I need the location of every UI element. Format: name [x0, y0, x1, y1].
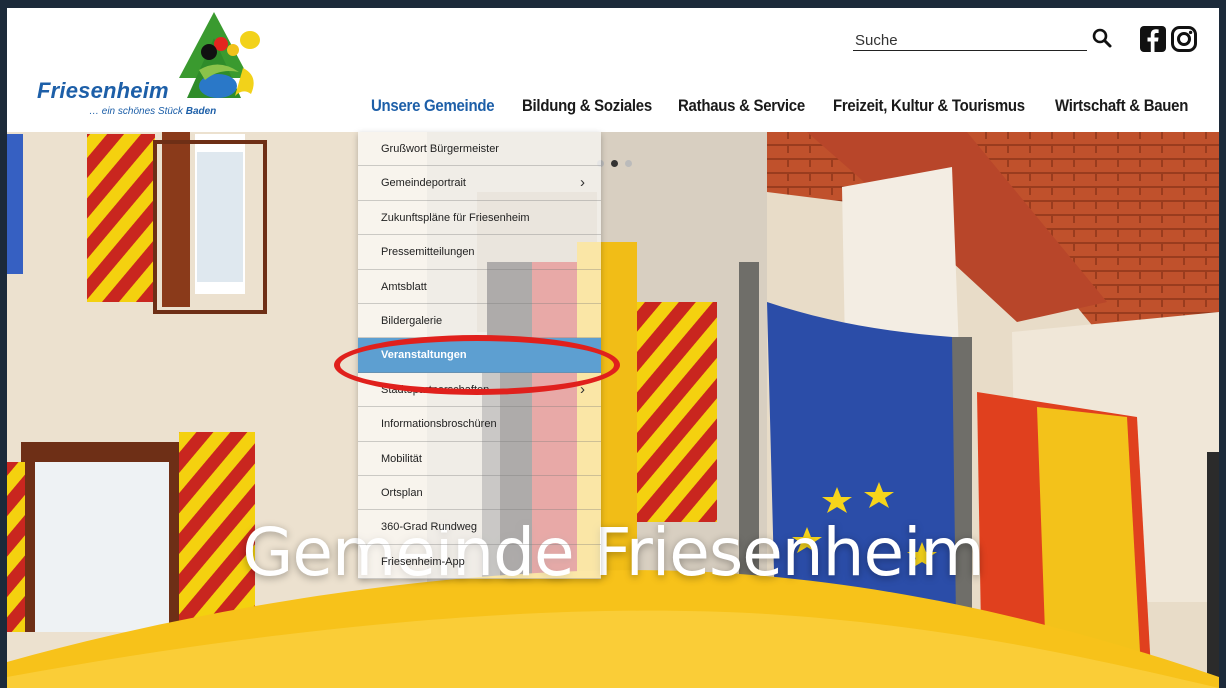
logo-tagline: … ein schönes Stück Baden: [89, 106, 216, 117]
dropdown-item-zukunftsplaene[interactable]: Zukunftspläne für Friesenheim: [358, 201, 601, 236]
dropdown-item-veranstaltungen[interactable]: Veranstaltungen: [358, 338, 601, 373]
dropdown-item-staedtepartnerschaften[interactable]: Städtepartnerschaften ›: [358, 373, 601, 408]
dropdown-item-360-grad-rundweg[interactable]: 360-Grad Rundweg: [358, 510, 601, 545]
nav-item-freizeit-kultur-tourismus[interactable]: Freizeit, Kultur & Tourismus: [833, 96, 1025, 116]
slider-dot-3[interactable]: [625, 160, 632, 167]
dropdown-item-bildergalerie[interactable]: Bildergalerie: [358, 304, 601, 339]
logo-wordmark: Friesenheim: [37, 78, 169, 103]
nav-item-wirtschaft-bauen[interactable]: Wirtschaft & Bauen: [1055, 96, 1188, 116]
nav-item-rathaus-service[interactable]: Rathaus & Service: [678, 96, 805, 116]
dropdown-item-label: Pressemitteilungen: [381, 246, 475, 259]
dropdown-item-gemeindeportrait[interactable]: Gemeindeportrait ›: [358, 166, 601, 201]
nav-dropdown-unsere-gemeinde: Grußwort Bürgermeister Gemeindeportrait ›…: [358, 132, 601, 580]
dropdown-item-grusswort[interactable]: Grußwort Bürgermeister: [358, 132, 601, 167]
dropdown-item-label: Veranstaltungen: [381, 349, 467, 362]
hero-title: Gemeinde Friesenheim: [242, 514, 984, 591]
site-logo[interactable]: Friesenheim … ein schönes Stück Baden: [29, 10, 269, 122]
dropdown-item-pressemitteilungen[interactable]: Pressemitteilungen: [358, 235, 601, 270]
dropdown-item-label: Bildergalerie: [381, 314, 443, 327]
slider-dot-2[interactable]: [611, 160, 618, 167]
search-icon[interactable]: [1090, 26, 1116, 52]
nav-item-unsere-gemeinde[interactable]: Unsere Gemeinde: [371, 96, 495, 116]
logo-tagline-bold: Baden: [185, 106, 217, 117]
dropdown-item-mobilitaet[interactable]: Mobilität: [358, 442, 601, 476]
logo-tagline-prefix: … ein schönes Stück: [89, 106, 183, 117]
instagram-icon[interactable]: [1170, 25, 1198, 53]
dropdown-item-informationsbroschueren[interactable]: Informationsbroschüren: [358, 407, 601, 442]
facebook-icon[interactable]: [1139, 25, 1167, 53]
chevron-right-icon: ›: [580, 380, 585, 398]
dropdown-item-label: Friesenheim-App: [381, 555, 465, 568]
dropdown-item-amtsblatt[interactable]: Amtsblatt: [358, 270, 601, 304]
hero-banner: Gemeinde Friesenheim: [7, 132, 1219, 688]
dropdown-item-label: Zukunftspläne für Friesenheim: [381, 211, 530, 224]
dropdown-item-label: Gemeindeportrait: [381, 177, 466, 190]
search-input[interactable]: [853, 30, 1077, 51]
search-bar: [853, 30, 1087, 51]
dropdown-item-label: Mobilität: [381, 452, 422, 465]
dropdown-item-label: Informationsbroschüren: [381, 418, 497, 431]
dropdown-item-label: Grußwort Bürgermeister: [381, 143, 499, 155]
hero-background-image: [7, 132, 1219, 688]
site-header: Friesenheim … ein schönes Stück Baden Un…: [7, 8, 1219, 132]
dropdown-item-label: 360-Grad Rundweg: [381, 521, 478, 534]
dropdown-item-label: Ortsplan: [381, 486, 423, 499]
dropdown-item-label: Städtepartnerschaften: [381, 383, 490, 396]
chevron-right-icon: ›: [580, 174, 585, 192]
dropdown-item-label: Amtsblatt: [381, 280, 427, 293]
dropdown-item-ortsplan[interactable]: Ortsplan: [358, 476, 601, 511]
dropdown-item-friesenheim-app[interactable]: Friesenheim-App: [358, 545, 601, 580]
nav-item-bildung-soziales[interactable]: Bildung & Soziales: [522, 96, 652, 116]
browser-page: Friesenheim … ein schönes Stück Baden Un…: [7, 8, 1219, 688]
